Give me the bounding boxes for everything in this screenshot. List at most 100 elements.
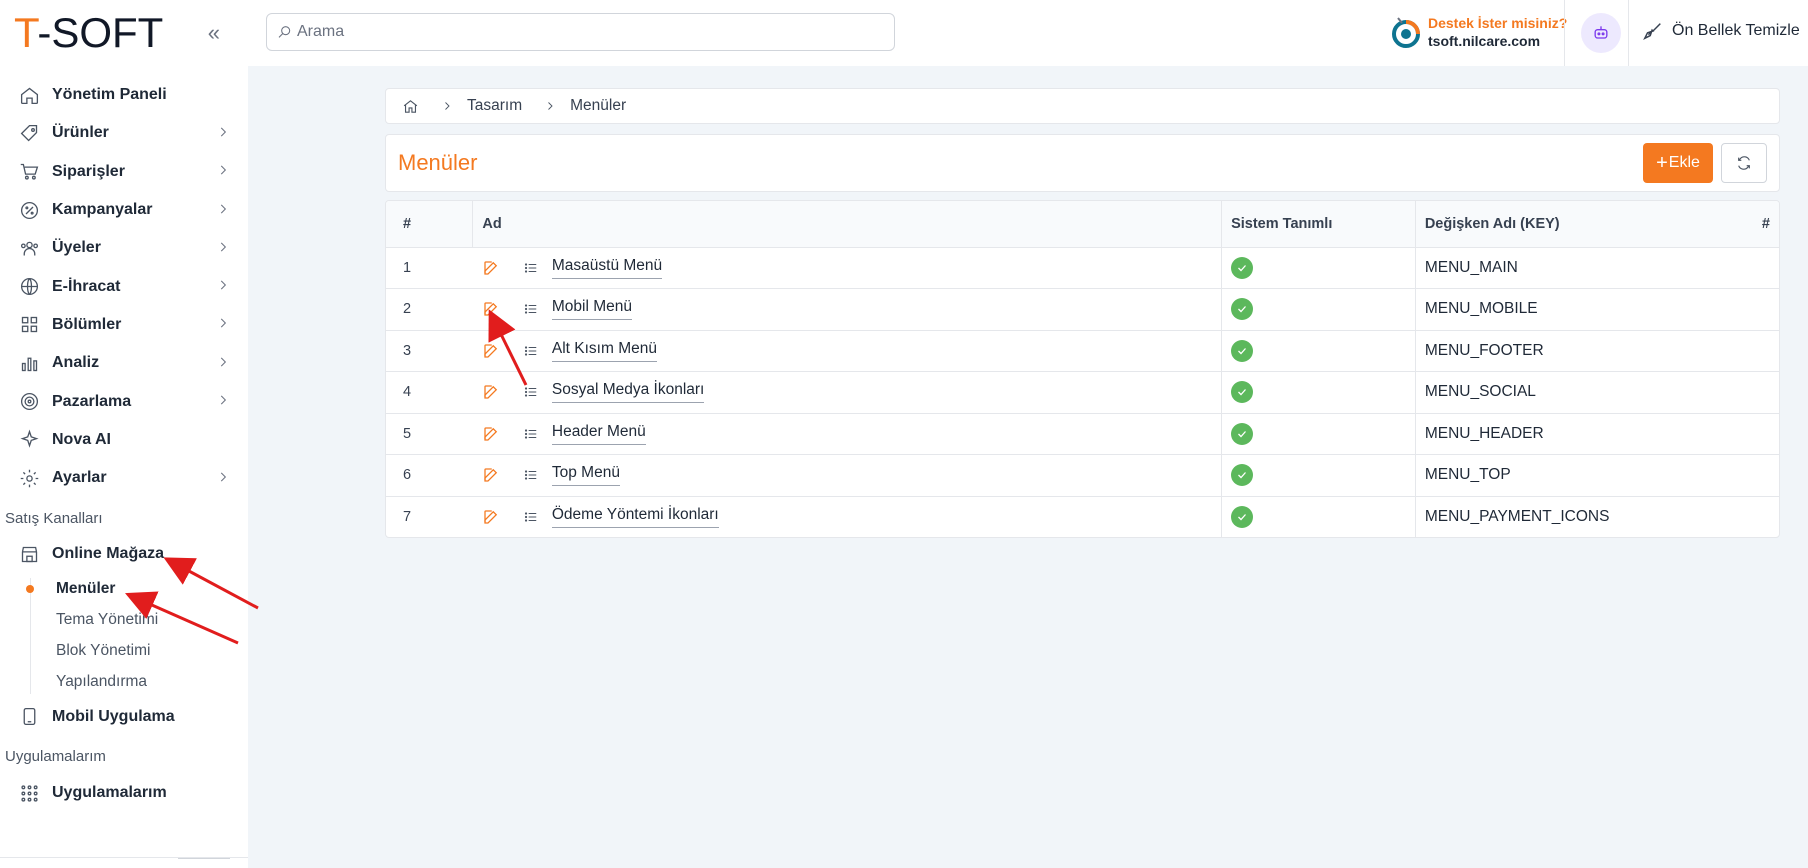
home-icon[interactable] [402,98,419,115]
system-cell [1221,496,1416,537]
chevron-right-icon [216,202,230,219]
col-header-name[interactable]: Ad [472,201,1222,248]
sidebar-footer-stub [178,858,230,868]
menu-name-link[interactable]: Alt Kısım Menü [551,340,657,362]
col-header-system[interactable]: Sistem Tanımlı [1221,201,1416,248]
mobile-app-icon [18,706,40,728]
tsoft-logo[interactable]: T-SOFT [14,12,163,54]
row-number: 6 [386,454,473,497]
sidebar-item-uygulamalarim[interactable]: Uygulamalarım [0,774,248,812]
table-row: 1 Masaüstü Menü MENU_MAIN [386,247,1779,289]
chevron-right-icon [216,393,230,410]
search-box[interactable] [266,13,895,51]
edit-icon[interactable] [482,300,500,318]
row-number: 1 [386,247,473,289]
menu-name-link[interactable]: Mobil Menü [551,298,632,321]
system-cell [1221,413,1416,455]
sidebar-item-label: Siparişler [52,162,125,180]
list-items-icon[interactable] [524,427,538,441]
sidebar-item-label: Nova AI [52,430,111,448]
sidebar-item-label: Ürünler [52,124,109,142]
name-cell: Mobil Menü [472,288,1222,331]
ai-bot-button[interactable] [1581,13,1621,53]
sidebar-item-nova-ai[interactable]: Nova AI [0,421,248,459]
list-items-icon[interactable] [524,468,538,482]
check-circle-icon [1231,381,1254,404]
sidebar-item-online-magaza[interactable]: Online Mağaza [0,535,248,573]
sidebar-item-bolumler[interactable]: Bölümler [0,306,248,344]
col-header-key: Değişken Adı (KEY) # [1414,201,1779,248]
sidebar-item-kampanyalar[interactable]: Kampanyalar [0,191,248,229]
edit-icon[interactable] [482,425,500,443]
search-icon [278,26,291,38]
submenu-item-menuler[interactable]: Menüler [26,574,248,605]
list-items-icon[interactable] [524,261,538,275]
menus-table: # Ad Sistem Tanımlı Değişken Adı (KEY) # … [386,201,1779,537]
search-input[interactable] [297,23,857,41]
sidebar-item-ayarlar[interactable]: Ayarlar [0,459,248,497]
table-row: 7 Ödeme Yöntemi İkonları MENU_PAYMENT_ICON… [386,496,1779,537]
sidebar-item-e-ihracat[interactable]: E-İhracat [0,267,248,305]
menu-name-link[interactable]: Sosyal Medya İkonları [551,381,705,404]
row-number: 4 [386,371,473,414]
key-cell: MENU_FOOTER [1414,330,1779,372]
users-icon [18,237,40,259]
support-logo-icon [1392,17,1420,48]
check-circle-icon [1231,422,1254,445]
list-items-icon[interactable] [524,385,538,399]
sidebar-item-pazarlama[interactable]: Pazarlama [0,382,248,420]
row-number: 2 [386,288,473,331]
submenu-item-blok-yonetimi[interactable]: Blok Yönetimi [30,636,248,667]
chevron-right-icon [216,355,230,372]
sidebar-item-urunler[interactable]: Ürünler [0,114,248,152]
table-header-row: # Ad Sistem Tanımlı Değişken Adı (KEY) # [386,201,1779,248]
menu-name-link[interactable]: Ödeme Yöntemi İkonları [551,506,719,528]
edit-icon[interactable] [482,342,500,360]
edit-icon[interactable] [482,383,500,401]
edit-icon[interactable] [482,508,500,526]
add-button[interactable]: + Ekle [1643,143,1713,183]
name-cell: Ödeme Yöntemi İkonları [473,496,1222,537]
check-circle-icon [1231,506,1254,528]
sidebar-item-label: Uygulamalarım [52,784,167,801]
table-row: 5 Header Menü MENU_HEADER [386,413,1779,455]
plus-icon: + [1656,152,1668,174]
submenu-item-tema-yonetimi[interactable]: Tema Yönetimi [30,605,248,636]
breadcrumb-item-tasarim[interactable]: Tasarım [467,97,522,115]
chevron-right-icon [216,316,230,333]
sidebar-item-yonetim-paneli[interactable]: Yönetim Paneli [0,76,248,114]
support-text: Destek İster misiniz? tsoft.nilcare.com [1428,14,1567,50]
sidebar-item-mobil-uygulama[interactable]: Mobil Uygulama [0,698,248,736]
submenu-item-yapilandirma[interactable]: Yapılandırma [30,667,248,698]
sidebar-item-uyeler[interactable]: Üyeler [0,229,248,267]
collapse-sidebar-button[interactable]: « [208,20,220,46]
col-header-actions: # [1761,215,1770,232]
sidebar-item-siparisler[interactable]: Siparişler [0,153,248,191]
chevron-right-icon [544,100,556,112]
menu-name-link[interactable]: Masaüstü Menü [551,257,663,279]
menu-name-link[interactable]: Header Menü [551,423,646,445]
key-cell: MENU_MOBILE [1414,288,1779,331]
tag-icon [18,122,40,144]
table-row: 6 Top Menü MENU_TOP [386,454,1779,497]
col-header-key-label[interactable]: Değişken Adı (KEY) [1425,216,1560,232]
menu-name-link[interactable]: Top Menü [551,464,620,487]
refresh-button[interactable] [1721,143,1767,183]
system-cell [1221,454,1416,497]
sidebar-item-analiz[interactable]: Analiz [0,344,248,382]
support-widget[interactable]: Destek İster misiniz? tsoft.nilcare.com [1390,14,1567,50]
edit-icon[interactable] [482,466,500,484]
topbar: Destek İster misiniz? tsoft.nilcare.com … [248,0,1808,66]
key-cell: MENU_HEADER [1414,413,1779,455]
list-items-icon[interactable] [524,302,538,316]
topbar-divider [1564,0,1565,66]
check-circle-icon [1231,464,1254,487]
clear-cache-button[interactable]: Ön Bellek Temizle [1642,20,1800,42]
list-items-icon[interactable] [524,510,538,524]
edit-icon[interactable] [482,259,500,277]
logo-row: T-SOFT « [0,0,248,66]
list-items-icon[interactable] [524,344,538,358]
topbar-divider [1628,0,1629,66]
gear-icon [18,467,40,489]
sidebar-item-label: Kampanyalar [52,201,153,219]
